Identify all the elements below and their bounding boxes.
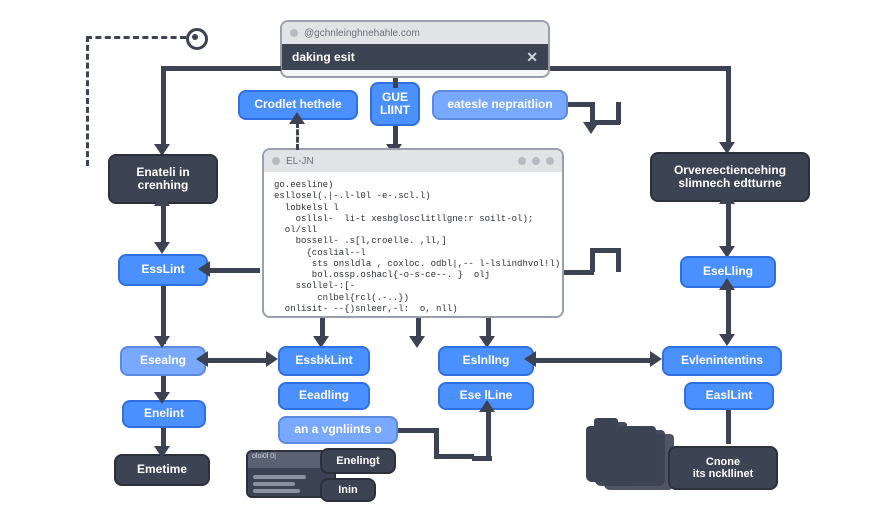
node-eslnling: EslnlIng — [438, 346, 534, 376]
folder-line1: Cnone — [706, 456, 740, 468]
arrowhead-left-icon — [196, 351, 208, 367]
node-esealng: Esealng — [120, 346, 206, 376]
connector — [550, 66, 730, 71]
folder-line2: its nckllinet — [693, 468, 754, 480]
node-anvgn: an a vgnliints o — [278, 416, 398, 444]
connector — [616, 102, 621, 124]
code-block: go.eesline) esllosel(.|-.l-l0l -e-.scl.l… — [264, 172, 562, 323]
dot-icon — [532, 157, 540, 165]
url-text: @gchnleinghnehahle.com — [304, 28, 420, 39]
connector — [86, 36, 92, 166]
dot-icon — [272, 157, 280, 165]
dot-icon — [546, 157, 554, 165]
tab-title: daking esit — [292, 50, 355, 64]
arrowhead-left-icon — [198, 261, 210, 277]
node-inin: Inin — [320, 478, 376, 502]
browser-tab: daking esit ✕ — [282, 44, 548, 70]
folder-label: Cnone its nckllinet — [668, 446, 778, 490]
node-eatesle: eatesle nepraitlion — [432, 90, 568, 120]
arrowhead-up-icon — [289, 112, 305, 124]
arrowhead-right-icon — [266, 351, 278, 367]
node-emetime: Emetime — [114, 454, 210, 486]
connector — [726, 66, 731, 144]
connector — [161, 204, 166, 244]
connector — [726, 288, 731, 336]
dot-icon — [290, 29, 298, 37]
connector — [416, 318, 421, 338]
node-essklint: EssbkLint — [278, 346, 370, 376]
arrowhead-down-icon — [719, 334, 735, 346]
node-evlenintins: Evlenintentins — [662, 346, 782, 376]
connector — [486, 410, 491, 460]
node-eadling: Eeadling — [278, 382, 370, 410]
connector — [434, 454, 474, 459]
node-enelint: Enelint — [122, 400, 206, 428]
node-gue: GUE LlINT — [370, 82, 420, 126]
browser-top: @gchnleinghnehahle.com daking esit ✕ — [280, 20, 550, 78]
connector — [726, 410, 731, 444]
node-esslint: EssLint — [118, 254, 208, 286]
connector — [472, 456, 492, 461]
close-icon[interactable]: ✕ — [526, 49, 538, 66]
connector — [161, 66, 281, 71]
connector — [86, 36, 186, 42]
arrowhead-left-icon — [524, 351, 536, 367]
code-title: EL-JN — [286, 156, 314, 167]
arrowhead-up-icon — [719, 192, 735, 204]
code-window: EL-JN go.eesline) esllosel(.|-.l-l0l -e-… — [262, 148, 564, 318]
dot-icon — [518, 157, 526, 165]
arrowhead-right-icon — [650, 351, 662, 367]
connector — [486, 318, 491, 338]
connector — [393, 78, 398, 88]
arrowhead-up-icon — [479, 400, 495, 412]
arrowhead-up-icon — [719, 278, 735, 290]
connector — [398, 428, 438, 433]
start-pin — [186, 28, 208, 50]
arrowhead-down-icon — [583, 122, 599, 134]
connector — [320, 318, 325, 338]
connector — [616, 248, 621, 272]
connector — [393, 126, 398, 146]
arrowhead-down-icon — [154, 242, 170, 254]
arrowhead-down-icon — [154, 336, 170, 348]
browser-chrome: @gchnleinghnehahle.com — [282, 22, 548, 44]
connector — [161, 66, 166, 146]
connector — [534, 358, 652, 363]
arrowhead-down-icon — [154, 446, 170, 458]
arrowhead-down-icon — [409, 336, 425, 348]
connector — [208, 268, 260, 273]
arrowhead-up-icon — [154, 194, 170, 206]
node-enelingt: Enelingt — [320, 448, 396, 474]
connector — [726, 202, 731, 248]
connector — [206, 358, 268, 363]
connector — [296, 122, 302, 150]
code-chrome: EL-JN — [264, 150, 562, 172]
node-easllint: EaslLint — [684, 382, 774, 410]
arrowhead-down-icon — [154, 392, 170, 404]
